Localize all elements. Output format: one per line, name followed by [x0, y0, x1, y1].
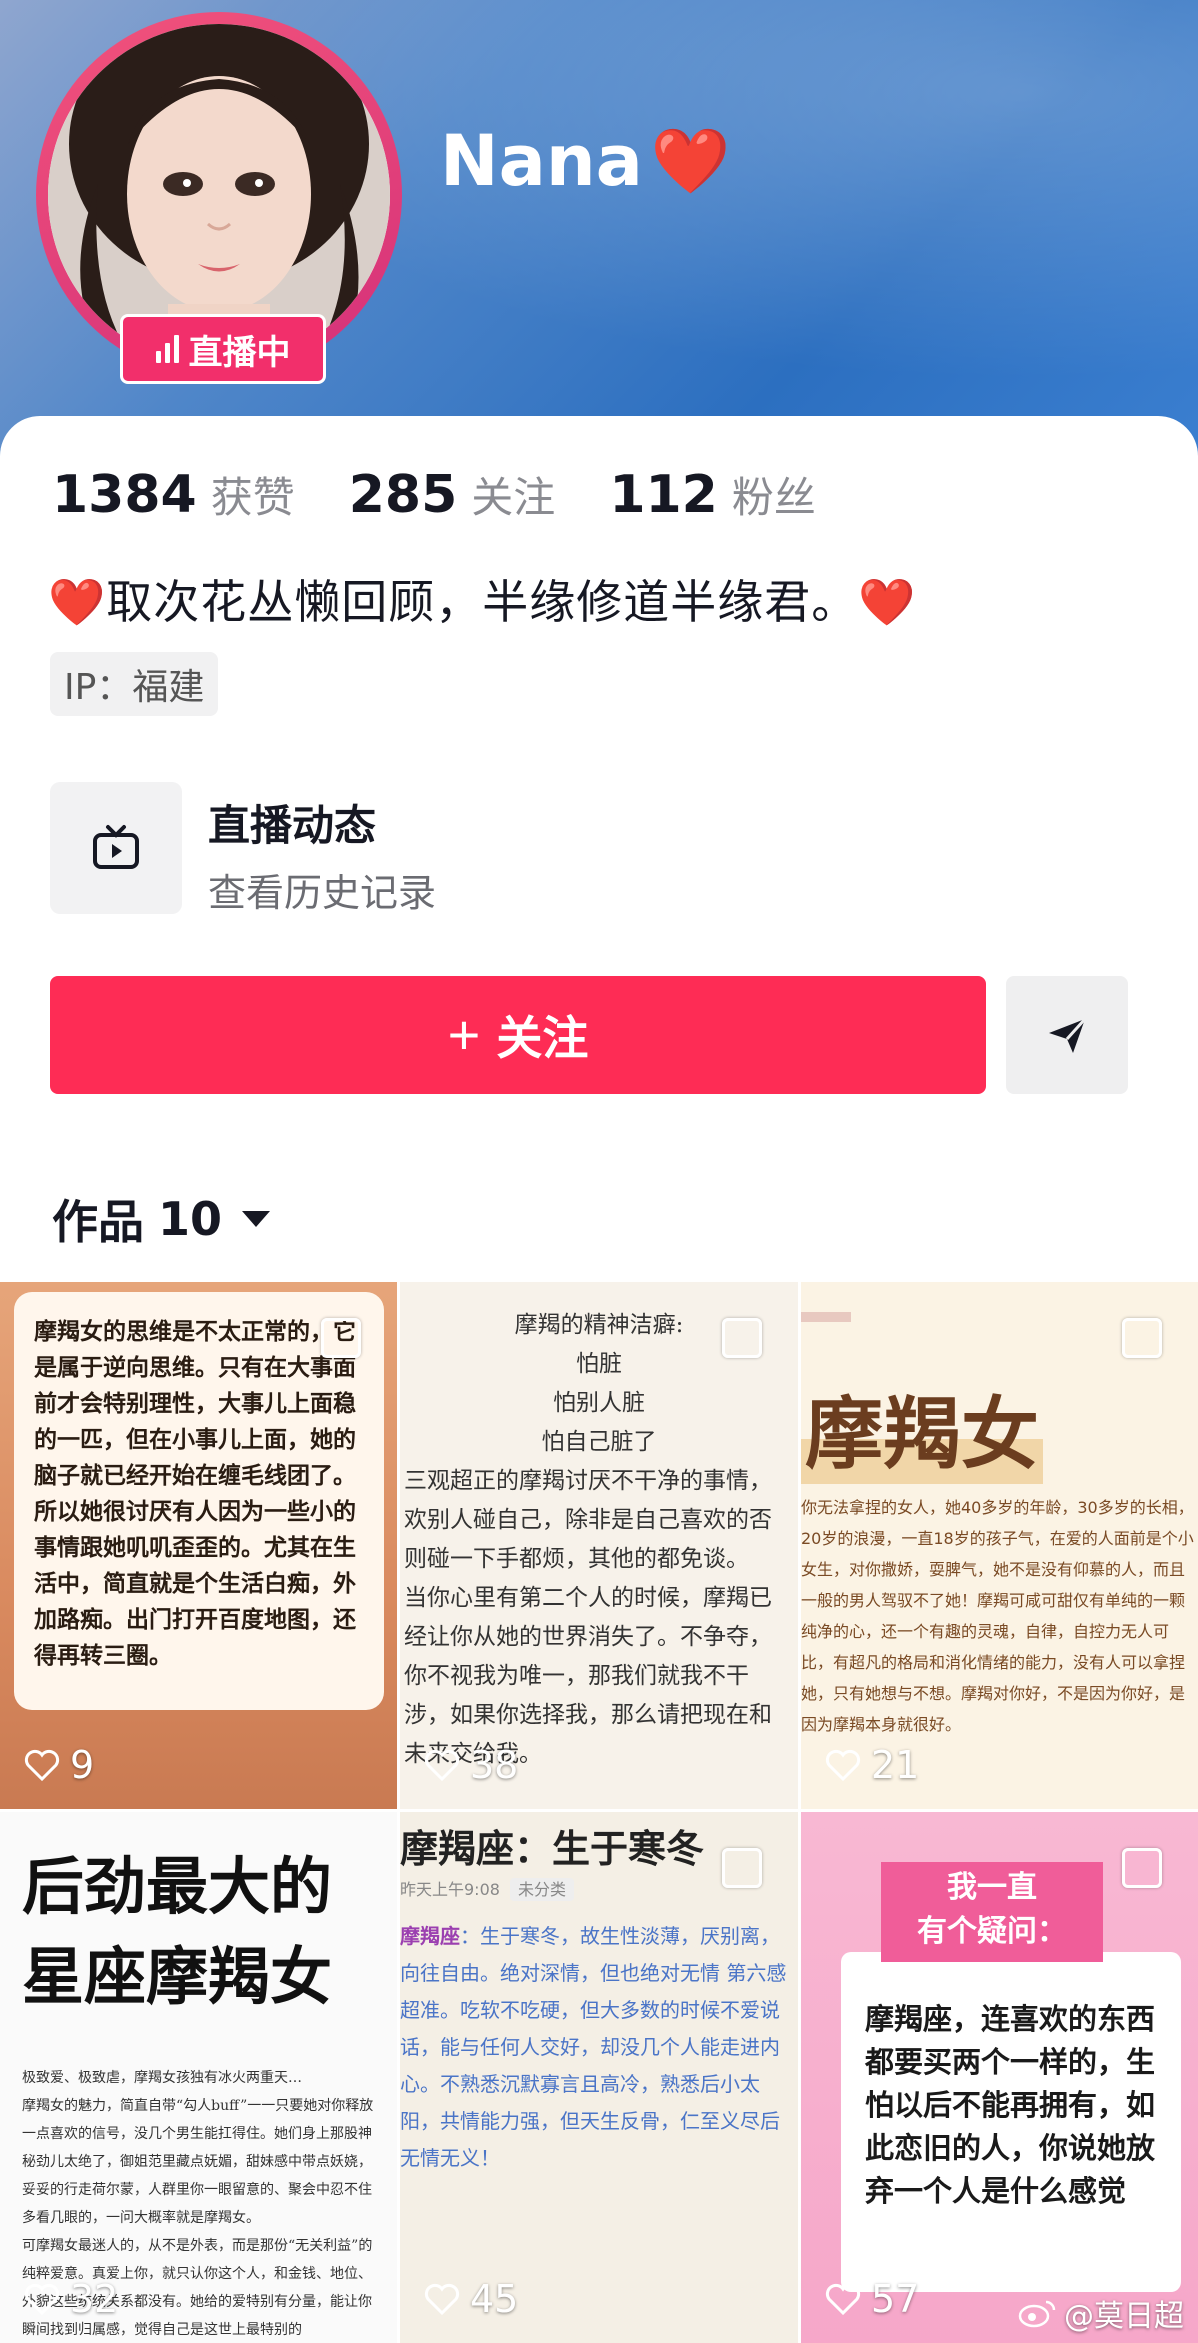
decor-bar: [801, 1312, 851, 1322]
works-tab[interactable]: 作品 10: [52, 1186, 271, 1252]
works-label: 作品: [52, 1195, 144, 1249]
like-count: 57: [825, 2277, 919, 2321]
tile-5-time: 昨天上午9:08: [400, 1880, 500, 1899]
like-count: 21: [825, 1743, 919, 1787]
stat-likes-value: 1384: [52, 465, 197, 525]
stats-row: 1384 获赞 285 关注 112 粉丝: [52, 464, 816, 525]
bio: ❤️取次花丛懒回顾，半缘修道半缘君。❤️: [48, 566, 917, 632]
work-tile-5[interactable]: 摩羯座：生于寒冬 昨天上午9:08 未分类 摩羯座：生于寒冬，故生性淡薄，厌别离，…: [400, 1812, 798, 2343]
works-count: 10: [158, 1192, 223, 1246]
work-tile-2[interactable]: 摩羯的精神洁癖: 怕脏 怕别人脏 怕自己脏了 三观超正的摩羯讨厌不干净的事情，欢…: [400, 1282, 798, 1809]
select-checkbox[interactable]: [722, 1318, 762, 1358]
watermark-text: @莫日超: [1064, 2299, 1184, 2334]
heart-outline-icon: [424, 1749, 460, 1781]
stat-following[interactable]: 285 关注: [349, 464, 556, 525]
like-count: 45: [424, 2277, 518, 2321]
bio-text: 取次花丛懒回顾，半缘修道半缘君。: [106, 575, 859, 629]
tv-icon: [50, 782, 182, 914]
work-tile-4[interactable]: 后劲最大的 星座摩羯女 极致爱、极致虐，摩羯女孩独有冰火两重天… 摩羯女的魅力，…: [0, 1812, 397, 2343]
stat-followers-label: 粉丝: [731, 473, 816, 522]
like-count: 9: [24, 1743, 94, 1787]
tile-2-line: 怕自己脏了: [541, 1429, 657, 1455]
tile-2-text: 摩羯的精神洁癖: 怕脏 怕别人脏 怕自己脏了 三观超正的摩羯讨厌不干净的事情，欢…: [400, 1306, 798, 1774]
heart-outline-icon: [825, 1749, 861, 1781]
tile-5-keyword: 摩羯座: [400, 1924, 460, 1948]
tile-6-banner: 我一直 有个疑问：: [881, 1862, 1103, 1962]
heart-outline-icon: [24, 2283, 60, 2315]
bio-heart-icon: ❤️: [48, 575, 107, 629]
bio-heart-icon-end: ❤️: [858, 575, 917, 629]
stat-followers-value: 112: [609, 465, 718, 525]
like-count-value: 32: [70, 2277, 119, 2321]
tile-5-title: 摩羯座：生于寒冬: [400, 1827, 705, 1871]
weibo-logo-icon: [1018, 2300, 1056, 2328]
heart-outline-icon: [825, 2283, 861, 2315]
tile-4-title: 后劲最大的 星座摩羯女: [22, 1842, 332, 2022]
username-text: Nana: [440, 120, 643, 202]
live-history-entry[interactable]: 直播动态 查看历史记录: [50, 782, 1150, 915]
follow-button[interactable]: + 关注: [50, 976, 986, 1094]
tile-5-tag: 未分类: [509, 1878, 574, 1901]
work-tile-1[interactable]: 摩羯女的思维是不太正常的，它是属于逆向思维。只有在大事面前才会特别理性，大事儿上…: [0, 1282, 397, 1809]
heart-emoji-icon: ❤️: [650, 124, 731, 199]
select-checkbox[interactable]: [1122, 1318, 1162, 1358]
heart-outline-icon: [24, 1749, 60, 1781]
username: Nana ❤️: [440, 120, 731, 202]
like-count-value: 21: [871, 1743, 920, 1787]
tile-3-title: 摩羯女: [801, 1372, 1044, 1484]
tile-6-banner-line: 有个疑问：: [917, 1914, 1067, 1949]
live-badge-label: 直播中: [188, 332, 291, 373]
work-tile-6[interactable]: 我一直 有个疑问： 摩羯座，连喜欢的东西都要买两个一样的，生怕以后不能再拥有，如…: [801, 1812, 1198, 2343]
tile-2-body: 三观超正的摩羯讨厌不干净的事情，欢别人碰自己，除非是自己喜欢的否则碰一下手都烦，…: [404, 1468, 772, 1767]
like-count: 38: [424, 1743, 518, 1787]
live-section-title: 直播动态: [208, 801, 377, 850]
heart-outline-icon: [424, 2283, 460, 2315]
tile-5-text: 摩羯座：生于寒冬，故生性淡薄，厌别离，向往自由。绝对深情，但也绝对无情 第六感超…: [400, 1918, 798, 2177]
stat-following-label: 关注: [471, 473, 556, 522]
tile-3-text: 你无法拿捏的女人，她40多岁的年龄，30多岁的长相，20岁的浪漫，一直18岁的孩…: [801, 1498, 1194, 1734]
like-count-value: 57: [871, 2277, 920, 2321]
plus-icon: +: [447, 1003, 481, 1066]
send-message-button[interactable]: [1006, 976, 1128, 1094]
send-arrow-icon: [1049, 1017, 1087, 1053]
live-badge[interactable]: 直播中: [120, 314, 326, 384]
live-bars-icon: [155, 335, 179, 363]
caret-down-icon: [242, 1211, 271, 1227]
stat-likes[interactable]: 1384 获赞: [52, 464, 295, 525]
tile-4-title-line: 星座摩羯女: [22, 1940, 333, 2013]
like-count-value: 9: [70, 1743, 95, 1787]
select-checkbox[interactable]: [1122, 1848, 1162, 1888]
stat-likes-label: 获赞: [210, 473, 295, 522]
like-count-value: 38: [470, 1743, 519, 1787]
tile-5-meta: 昨天上午9:08 未分类: [400, 1876, 574, 1901]
watermark: @莫日超: [1018, 2291, 1184, 2335]
select-checkbox[interactable]: [722, 1848, 762, 1888]
tile-4-title-line: 后劲最大的: [22, 1850, 333, 1923]
stat-following-value: 285: [348, 465, 458, 525]
ip-location-tag: IP：福建: [50, 652, 219, 716]
tile-6-banner-line: 我一直: [947, 1870, 1037, 1905]
select-checkbox[interactable]: [321, 1318, 361, 1358]
follow-button-label: 关注: [496, 1012, 589, 1064]
work-tile-3[interactable]: 摩羯女 你无法拿捏的女人，她40多岁的年龄，30多岁的长相，20岁的浪漫，一直1…: [801, 1282, 1198, 1809]
like-count-value: 45: [470, 2277, 519, 2321]
works-grid: 摩羯女的思维是不太正常的，它是属于逆向思维。只有在大事面前才会特别理性，大事儿上…: [0, 1282, 1198, 2343]
tile-2-line: 怕别人脏: [553, 1390, 645, 1416]
tile-5-body: ：生于寒冬，故生性淡薄，厌别离，向往自由。绝对深情，但也绝对无情 第六感超准。吃…: [400, 1924, 787, 2170]
stat-followers[interactable]: 112 粉丝: [609, 464, 816, 525]
tile-6-text: 摩羯座，连喜欢的东西都要买两个一样的，生怕以后不能再拥有，如此恋旧的人，你说她放…: [865, 1992, 1165, 2213]
live-section-subtitle: 查看历史记录: [208, 871, 437, 915]
like-count: 32: [24, 2277, 118, 2321]
